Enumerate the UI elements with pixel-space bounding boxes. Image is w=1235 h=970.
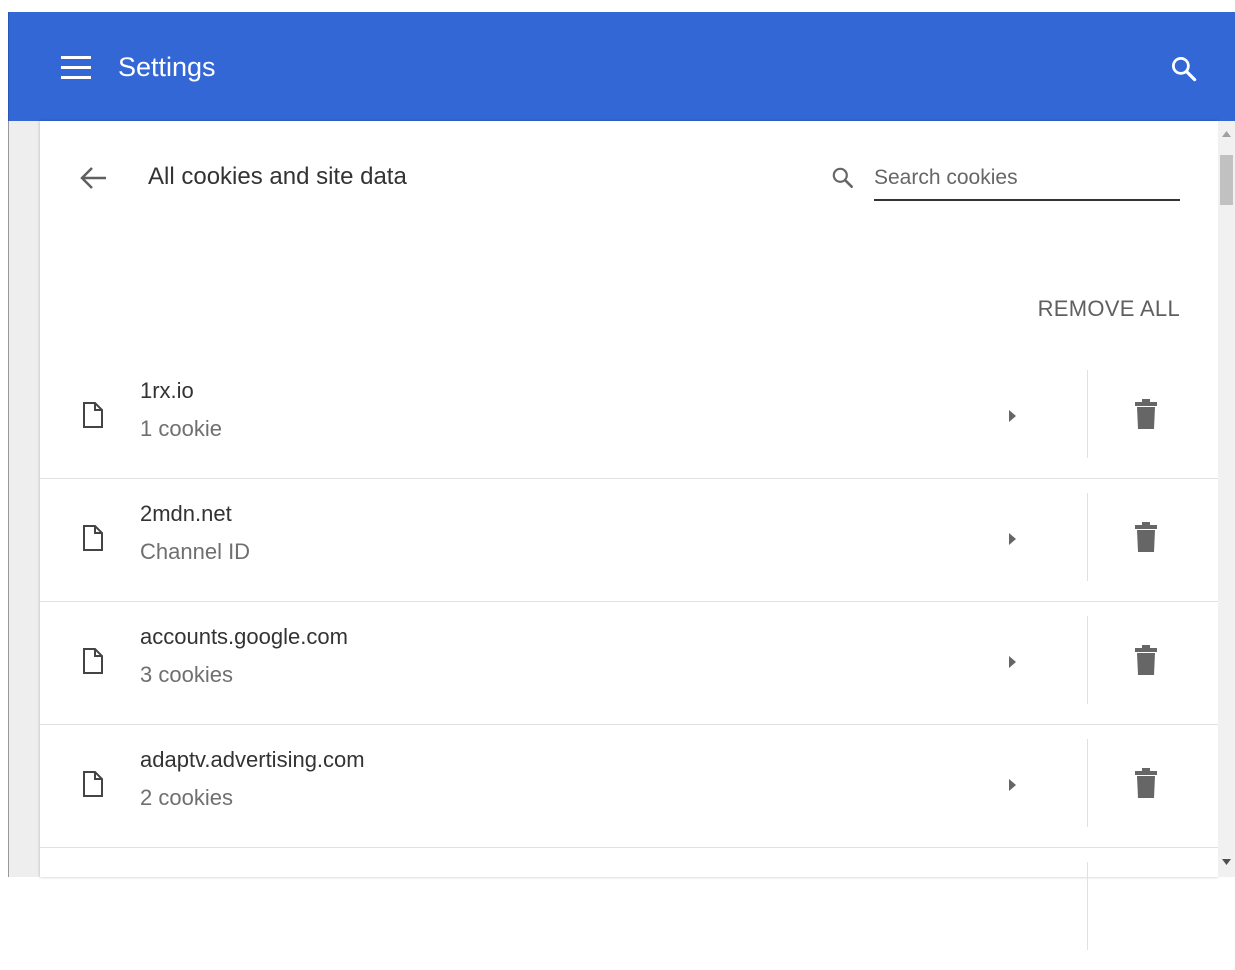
trash-icon[interactable] xyxy=(1130,765,1162,801)
divider xyxy=(1087,493,1088,581)
file-icon xyxy=(82,770,104,798)
site-name: accounts.google.com xyxy=(140,624,348,649)
settings-toolbar: Settings xyxy=(8,12,1235,121)
site-row[interactable]: accounts.google.com 3 cookies xyxy=(40,602,1218,725)
site-detail: 2 cookies xyxy=(140,785,233,810)
site-row[interactable]: 1rx.io 1 cookie xyxy=(40,356,1218,479)
site-detail: 1 cookie xyxy=(140,416,222,441)
cookies-card: All cookies and site data REMOVE ALL 1rx… xyxy=(40,121,1218,950)
file-icon xyxy=(82,401,104,429)
file-icon xyxy=(82,647,104,675)
site-row[interactable]: 2mdn.net Channel ID xyxy=(40,479,1218,602)
site-row[interactable] xyxy=(40,848,1218,970)
site-name: 1rx.io xyxy=(140,378,194,403)
trash-icon[interactable] xyxy=(1130,642,1162,678)
trash-icon[interactable] xyxy=(1130,519,1162,555)
page-title: All cookies and site data xyxy=(148,163,407,190)
search-cookies xyxy=(830,157,1182,203)
toolbar-title: Settings xyxy=(118,52,216,82)
divider xyxy=(1087,616,1088,704)
arrow-right-icon[interactable] xyxy=(1000,523,1026,555)
search-cookies-input[interactable] xyxy=(874,157,1180,201)
divider xyxy=(1087,862,1088,950)
site-detail: Channel ID xyxy=(140,539,251,564)
arrow-back-icon[interactable] xyxy=(78,163,110,193)
arrow-right-icon[interactable] xyxy=(1000,769,1026,801)
divider xyxy=(1087,739,1088,827)
site-name: 2mdn.net xyxy=(140,501,232,526)
scrollbar-thumb[interactable] xyxy=(1220,155,1233,205)
arrow-right-icon[interactable] xyxy=(1000,646,1026,678)
search-icon xyxy=(830,165,856,191)
site-detail: 3 cookies xyxy=(140,662,233,687)
remove-all-button[interactable]: REMOVE ALL xyxy=(1038,296,1180,322)
trash-icon[interactable] xyxy=(1130,396,1162,432)
hamburger-menu-icon[interactable] xyxy=(61,56,91,80)
window-top-edge xyxy=(0,0,1235,12)
divider xyxy=(1087,370,1088,458)
site-row[interactable]: adaptv.advertising.com 2 cookies xyxy=(40,725,1218,848)
arrow-right-icon[interactable] xyxy=(1000,400,1026,432)
vertical-scrollbar[interactable] xyxy=(1218,121,1235,877)
scroll-up-arrow-icon[interactable] xyxy=(1218,127,1235,139)
site-name: adaptv.advertising.com xyxy=(140,747,365,772)
search-icon[interactable] xyxy=(1169,54,1199,84)
scroll-down-arrow-icon[interactable] xyxy=(1218,855,1235,867)
file-icon xyxy=(82,524,104,552)
